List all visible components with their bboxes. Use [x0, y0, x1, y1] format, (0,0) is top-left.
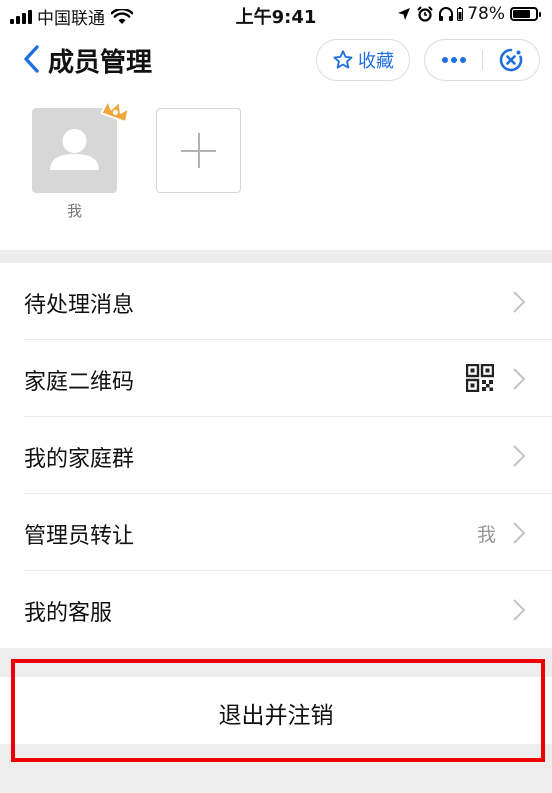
menu-list: 待处理消息 家庭二维码 我的家庭群 管理员转让 我 我的客服: [0, 263, 552, 648]
close-icon: [499, 48, 523, 72]
member-name: 我: [66, 202, 82, 220]
menu-item-family-group[interactable]: 我的家庭群: [0, 417, 552, 494]
menu-item-label: 家庭二维码: [24, 370, 135, 395]
logout-label: 退出并注销: [218, 703, 334, 729]
battery-icon: [510, 7, 541, 21]
chevron-right-icon: [513, 522, 526, 544]
battery-small-icon: [457, 7, 464, 21]
chevron-right-icon: [513, 599, 526, 621]
status-bar: 中国联通 上午9:41 78%: [0, 0, 552, 30]
close-button[interactable]: [483, 40, 539, 80]
battery-percent: 78%: [467, 4, 505, 24]
menu-item-admin-transfer[interactable]: 管理员转让 我: [0, 494, 552, 571]
back-button[interactable]: [18, 42, 48, 76]
qr-code-icon: [466, 364, 494, 392]
status-right: 78%: [397, 4, 541, 24]
chevron-right-icon: [513, 291, 526, 313]
logout-button[interactable]: 退出并注销: [0, 677, 552, 744]
headphones-icon: [439, 7, 454, 21]
menu-item-customer-service[interactable]: 我的客服: [0, 571, 552, 648]
nav-bar: 成员管理 收藏: [0, 30, 552, 90]
more-button[interactable]: [425, 40, 482, 80]
crown-icon: [100, 99, 130, 124]
location-icon: [398, 8, 411, 20]
menu-item-label: 管理员转让: [24, 524, 135, 549]
favorite-button[interactable]: 收藏: [316, 39, 410, 81]
menu-item-label: 我的客服: [24, 601, 113, 626]
chevron-right-icon: [513, 445, 526, 467]
menu-item-value: 我: [476, 524, 496, 546]
menu-item-label: 待处理消息: [24, 293, 135, 318]
mini-program-capsule: [424, 39, 540, 81]
menu-item-pending-messages[interactable]: 待处理消息: [0, 263, 552, 340]
page-title: 成员管理: [48, 48, 153, 78]
menu-item-label: 我的家庭群: [24, 447, 135, 472]
members-section: 我: [0, 90, 552, 250]
favorite-label: 收藏: [358, 51, 394, 72]
alarm-icon: [417, 6, 433, 22]
add-member-button[interactable]: [156, 108, 241, 193]
more-icon: [441, 57, 466, 63]
menu-item-family-qr-code[interactable]: 家庭二维码: [0, 340, 552, 417]
chevron-right-icon: [513, 368, 526, 390]
star-icon: [333, 50, 353, 69]
